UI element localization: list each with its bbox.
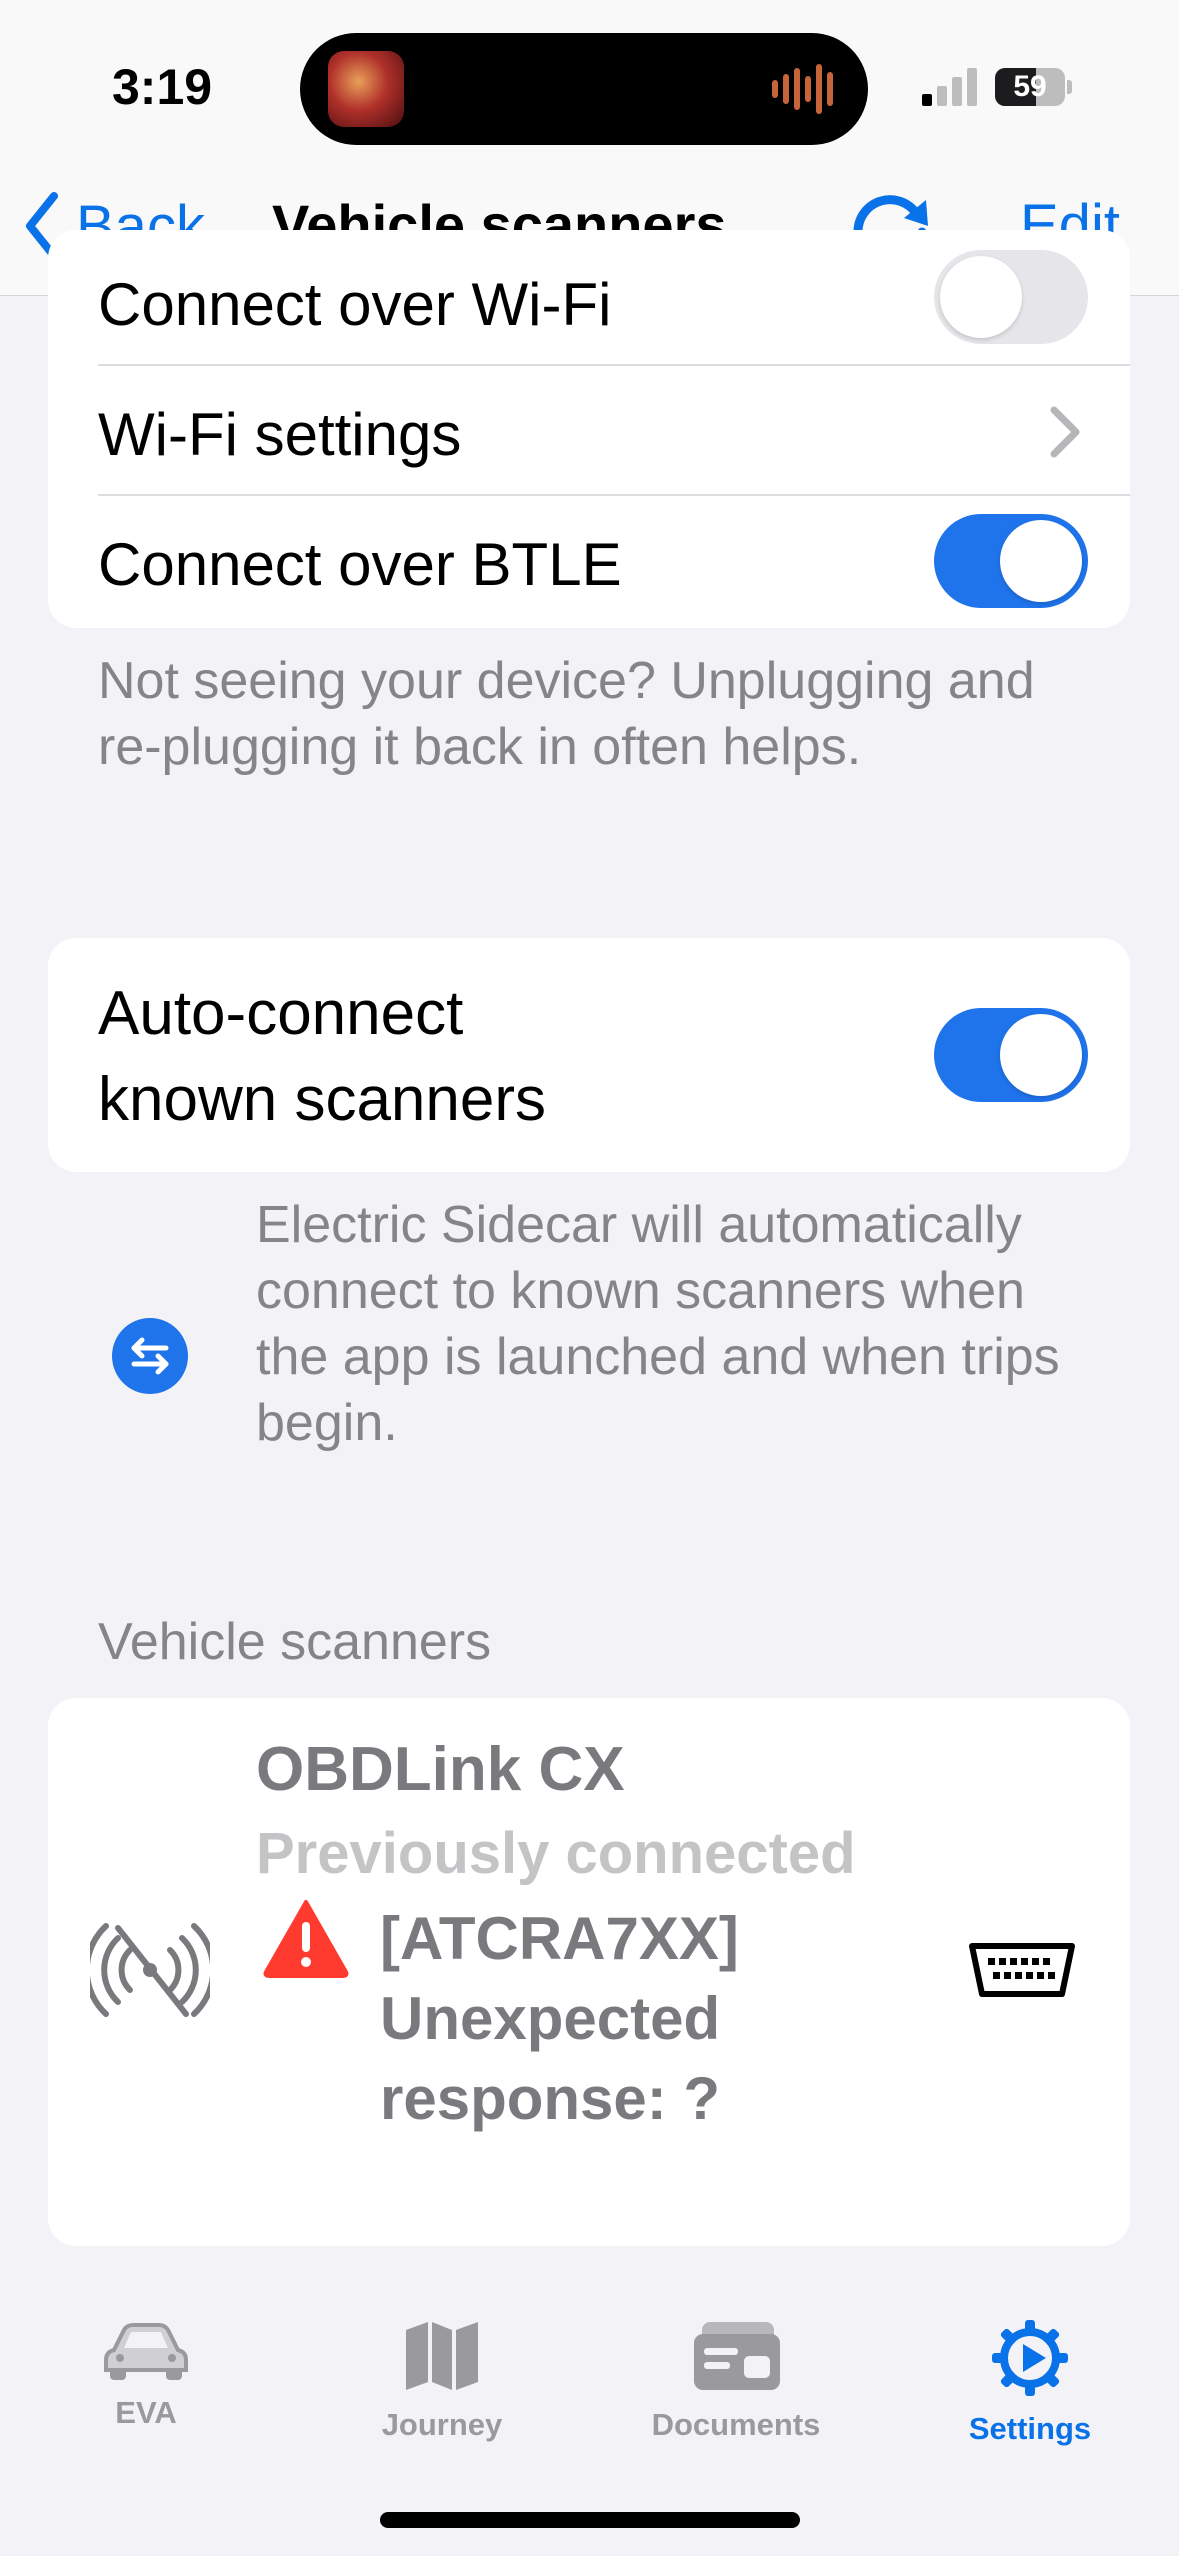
warning-icon [263,1900,349,1978]
battery-level: 59 [1013,70,1047,103]
auto-connect-footnote: Electric Sidecar will automatically conn… [256,1196,1060,1452]
battery-icon: 59 [995,68,1065,106]
status-time: 3:19 [112,59,213,115]
wifi-settings-label: Wi-Fi settings [98,401,462,468]
error-message-line3: response: ? [380,2065,721,2132]
chevron-right-icon [1050,406,1080,458]
tab-journey[interactable]: Journey [332,2318,552,2443]
btle-row: Connect over BTLE [48,496,1130,626]
tab-settings[interactable]: Settings [920,2318,1140,2447]
error-code: [ATCRA7XX] [380,1905,739,1972]
connection-footnote: Not seeing your device? Unplugging and r… [98,652,1035,776]
wifi-toggle[interactable] [934,250,1088,344]
toggle-knob [1000,520,1082,602]
tab-label-settings: Settings [968,2411,1092,2446]
scanner-status: Previously connected [256,1821,856,1886]
arrows-swap-icon [112,1318,188,1394]
documents-icon [694,2322,780,2390]
auto-connect-label-line2: known scanners [98,1065,547,1134]
obd-connector-icon [969,1943,1075,1997]
toggle-knob [940,256,1022,338]
now-playing-artwork [328,51,404,127]
gear-icon [992,2320,1068,2396]
dynamic-island[interactable] [300,33,868,145]
tab-label-journey: Journey [381,2407,503,2442]
auto-connect-toggle[interactable] [934,1008,1088,1102]
tab-eva[interactable]: EVA [36,2318,256,2431]
wifi-row: Connect over Wi-Fi [48,230,1130,366]
btle-label: Connect over BTLE [98,531,622,598]
scanner-card[interactable]: OBDLink CX Previously connected [ATCRA7X… [48,1698,1130,2246]
map-icon [406,2322,478,2390]
section-header-vehicle-scanners: Vehicle scanners [98,1613,492,1671]
battery-nub [1067,80,1072,94]
auto-connect-card: Auto-connect known scanners [48,938,1130,1172]
status-bar: 3:19 59 [0,0,1179,170]
toggle-knob [1000,1014,1082,1096]
home-indicator[interactable] [380,2512,800,2528]
cellular-signal-icon [922,68,977,106]
tab-label-eva: EVA [115,2395,177,2430]
btle-toggle[interactable] [934,514,1088,608]
error-message-line2: Unexpected [380,1985,721,2052]
scanner-name: OBDLink CX [256,1735,625,1804]
connection-settings-card: Connect over Wi-Fi Wi-Fi settings Connec… [48,230,1130,628]
tab-documents[interactable]: Documents [626,2318,846,2443]
car-icon [104,2323,188,2380]
wifi-settings-row[interactable]: Wi-Fi settings [48,366,1130,496]
wifi-label: Connect over Wi-Fi [98,271,612,338]
tab-label-documents: Documents [651,2407,821,2442]
audio-waveform-icon [772,64,833,114]
auto-connect-label-line1: Auto-connect [98,979,464,1048]
signal-off-icon [90,1923,210,2017]
